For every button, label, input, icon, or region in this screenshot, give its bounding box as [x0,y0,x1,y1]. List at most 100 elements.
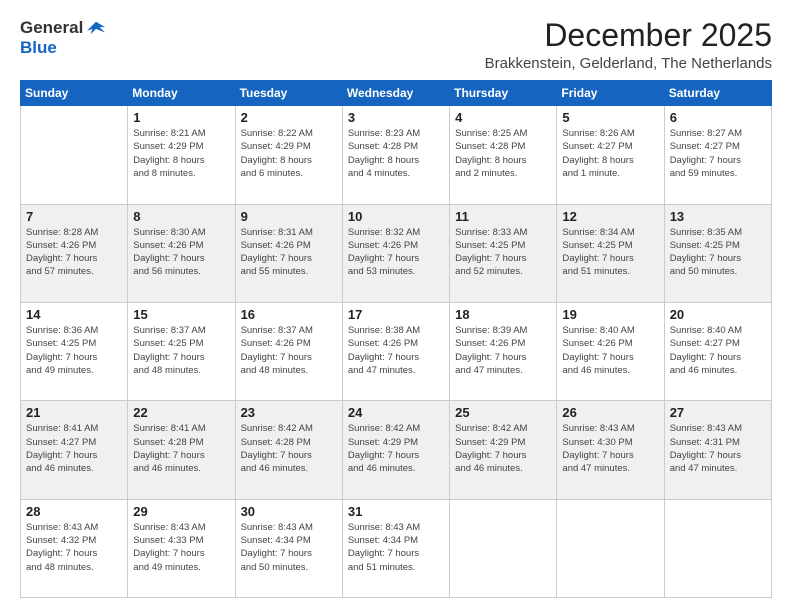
day-number: 25 [455,405,551,420]
day-info: Sunrise: 8:37 AM Sunset: 4:26 PM Dayligh… [241,324,337,377]
day-number: 7 [26,209,122,224]
day-info: Sunrise: 8:43 AM Sunset: 4:30 PM Dayligh… [562,422,658,475]
day-info: Sunrise: 8:25 AM Sunset: 4:28 PM Dayligh… [455,127,551,180]
day-info: Sunrise: 8:43 AM Sunset: 4:31 PM Dayligh… [670,422,766,475]
day-info: Sunrise: 8:41 AM Sunset: 4:27 PM Dayligh… [26,422,122,475]
calendar-header-tuesday: Tuesday [235,81,342,106]
day-info: Sunrise: 8:35 AM Sunset: 4:25 PM Dayligh… [670,226,766,279]
day-number: 21 [26,405,122,420]
day-number: 16 [241,307,337,322]
day-info: Sunrise: 8:43 AM Sunset: 4:32 PM Dayligh… [26,521,122,574]
day-info: Sunrise: 8:33 AM Sunset: 4:25 PM Dayligh… [455,226,551,279]
day-info: Sunrise: 8:36 AM Sunset: 4:25 PM Dayligh… [26,324,122,377]
calendar-cell: 18 Sunrise: 8:39 AM Sunset: 4:26 PM Dayli… [450,302,557,400]
calendar-cell: 2 Sunrise: 8:22 AM Sunset: 4:29 PM Daylig… [235,106,342,204]
day-info: Sunrise: 8:42 AM Sunset: 4:28 PM Dayligh… [241,422,337,475]
calendar-week-row: 21 Sunrise: 8:41 AM Sunset: 4:27 PM Dayli… [21,401,772,499]
day-number: 13 [670,209,766,224]
calendar-cell: 20 Sunrise: 8:40 AM Sunset: 4:27 PM Dayli… [664,302,771,400]
calendar-cell: 27 Sunrise: 8:43 AM Sunset: 4:31 PM Dayli… [664,401,771,499]
calendar-cell: 23 Sunrise: 8:42 AM Sunset: 4:28 PM Dayli… [235,401,342,499]
day-number: 24 [348,405,444,420]
location-subtitle: Brakkenstein, Gelderland, The Netherland… [485,55,772,72]
calendar-cell: 6 Sunrise: 8:27 AM Sunset: 4:27 PM Daylig… [664,106,771,204]
calendar-cell: 9Sunrise: 8:31 AM Sunset: 4:26 PM Daylig… [235,204,342,302]
calendar-cell: 11Sunrise: 8:33 AM Sunset: 4:25 PM Dayli… [450,204,557,302]
day-info: Sunrise: 8:42 AM Sunset: 4:29 PM Dayligh… [348,422,444,475]
calendar-cell: 4 Sunrise: 8:25 AM Sunset: 4:28 PM Daylig… [450,106,557,204]
calendar-cell: 17 Sunrise: 8:38 AM Sunset: 4:26 PM Dayli… [342,302,449,400]
calendar-cell [21,106,128,204]
calendar-cell: 24 Sunrise: 8:42 AM Sunset: 4:29 PM Dayli… [342,401,449,499]
day-info: Sunrise: 8:26 AM Sunset: 4:27 PM Dayligh… [562,127,658,180]
calendar-header-sunday: Sunday [21,81,128,106]
day-number: 18 [455,307,551,322]
day-number: 8 [133,209,229,224]
calendar-cell: 25 Sunrise: 8:42 AM Sunset: 4:29 PM Dayli… [450,401,557,499]
day-number: 6 [670,110,766,125]
calendar-cell [664,499,771,597]
day-number: 20 [670,307,766,322]
day-number: 12 [562,209,658,224]
day-info: Sunrise: 8:37 AM Sunset: 4:25 PM Dayligh… [133,324,229,377]
calendar-cell: 8 Sunrise: 8:30 AM Sunset: 4:26 PM Daylig… [128,204,235,302]
day-info: Sunrise: 8:39 AM Sunset: 4:26 PM Dayligh… [455,324,551,377]
calendar-cell: 1 Sunrise: 8:21 AM Sunset: 4:29 PM Daylig… [128,106,235,204]
day-number: 5 [562,110,658,125]
month-year-title: December 2025 [485,18,772,53]
day-number: 23 [241,405,337,420]
day-number: 28 [26,504,122,519]
day-info: Sunrise: 8:40 AM Sunset: 4:27 PM Dayligh… [670,324,766,377]
calendar-cell [450,499,557,597]
calendar-cell: 13 Sunrise: 8:35 AM Sunset: 4:25 PM Dayli… [664,204,771,302]
day-info: Sunrise: 8:40 AM Sunset: 4:26 PM Dayligh… [562,324,658,377]
day-info: Sunrise: 8:34 AM Sunset: 4:25 PM Dayligh… [562,226,658,279]
calendar-table: SundayMondayTuesdayWednesdayThursdayFrid… [20,80,772,598]
calendar-header-friday: Friday [557,81,664,106]
day-number: 22 [133,405,229,420]
calendar-cell: 28 Sunrise: 8:43 AM Sunset: 4:32 PM Dayli… [21,499,128,597]
calendar-cell: 21 Sunrise: 8:41 AM Sunset: 4:27 PM Dayli… [21,401,128,499]
calendar-cell: 30Sunrise: 8:43 AM Sunset: 4:34 PM Dayli… [235,499,342,597]
day-info: Sunrise: 8:43 AM Sunset: 4:34 PM Dayligh… [348,521,444,574]
logo-general-text: General [20,18,83,38]
calendar-cell: 29Sunrise: 8:43 AM Sunset: 4:33 PM Dayli… [128,499,235,597]
day-number: 26 [562,405,658,420]
day-info: Sunrise: 8:21 AM Sunset: 4:29 PM Dayligh… [133,127,229,180]
page: General Blue December 2025 Brakkenstein,… [0,0,792,612]
day-number: 17 [348,307,444,322]
day-number: 15 [133,307,229,322]
day-number: 29 [133,504,229,519]
calendar-header-saturday: Saturday [664,81,771,106]
calendar-header-wednesday: Wednesday [342,81,449,106]
day-number: 10 [348,209,444,224]
day-number: 2 [241,110,337,125]
calendar-cell: 15 Sunrise: 8:37 AM Sunset: 4:25 PM Dayli… [128,302,235,400]
day-info: Sunrise: 8:42 AM Sunset: 4:29 PM Dayligh… [455,422,551,475]
calendar-cell: 14Sunrise: 8:36 AM Sunset: 4:25 PM Dayli… [21,302,128,400]
calendar-week-row: 7Sunrise: 8:28 AM Sunset: 4:26 PM Daylig… [21,204,772,302]
day-number: 1 [133,110,229,125]
day-info: Sunrise: 8:22 AM Sunset: 4:29 PM Dayligh… [241,127,337,180]
day-info: Sunrise: 8:30 AM Sunset: 4:26 PM Dayligh… [133,226,229,279]
calendar-cell: 5 Sunrise: 8:26 AM Sunset: 4:27 PM Daylig… [557,106,664,204]
logo: General Blue [20,18,105,58]
day-info: Sunrise: 8:38 AM Sunset: 4:26 PM Dayligh… [348,324,444,377]
day-info: Sunrise: 8:31 AM Sunset: 4:26 PM Dayligh… [241,226,337,279]
calendar-cell: 19 Sunrise: 8:40 AM Sunset: 4:26 PM Dayli… [557,302,664,400]
calendar-cell: 31Sunrise: 8:43 AM Sunset: 4:34 PM Dayli… [342,499,449,597]
calendar-cell: 12 Sunrise: 8:34 AM Sunset: 4:25 PM Dayli… [557,204,664,302]
title-block: December 2025 Brakkenstein, Gelderland, … [485,18,772,72]
calendar-cell [557,499,664,597]
calendar-cell: 26 Sunrise: 8:43 AM Sunset: 4:30 PM Dayli… [557,401,664,499]
day-info: Sunrise: 8:27 AM Sunset: 4:27 PM Dayligh… [670,127,766,180]
day-info: Sunrise: 8:23 AM Sunset: 4:28 PM Dayligh… [348,127,444,180]
day-number: 19 [562,307,658,322]
day-info: Sunrise: 8:43 AM Sunset: 4:34 PM Dayligh… [241,521,337,574]
calendar-week-row: 28 Sunrise: 8:43 AM Sunset: 4:32 PM Dayli… [21,499,772,597]
day-number: 27 [670,405,766,420]
calendar-header-row: SundayMondayTuesdayWednesdayThursdayFrid… [21,81,772,106]
logo-bird-icon [87,19,105,37]
calendar-week-row: 14Sunrise: 8:36 AM Sunset: 4:25 PM Dayli… [21,302,772,400]
day-number: 4 [455,110,551,125]
